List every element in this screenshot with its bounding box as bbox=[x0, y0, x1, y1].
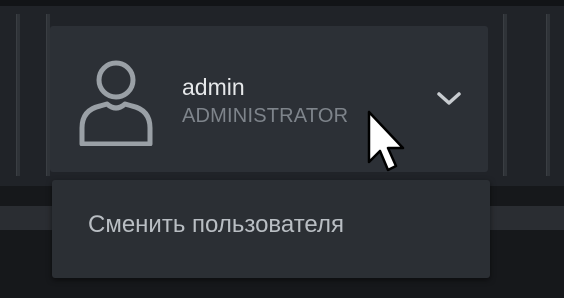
divider bbox=[16, 14, 20, 176]
divider bbox=[503, 14, 507, 176]
chevron-down-icon[interactable] bbox=[434, 88, 464, 108]
switch-user-label: Сменить пользователя bbox=[88, 211, 344, 238]
top-border bbox=[0, 0, 564, 6]
user-avatar-icon bbox=[79, 60, 153, 146]
switch-user-menu-item[interactable]: Сменить пользователя bbox=[52, 180, 490, 278]
divider bbox=[546, 14, 550, 176]
user-dropdown-menu: Сменить пользователя bbox=[52, 180, 490, 278]
user-role: ADMINISTRATOR bbox=[182, 105, 349, 127]
mouse-cursor-icon bbox=[367, 110, 405, 172]
user-name: admin bbox=[182, 74, 245, 100]
user-menu-button[interactable]: admin ADMINISTRATOR bbox=[50, 26, 488, 172]
